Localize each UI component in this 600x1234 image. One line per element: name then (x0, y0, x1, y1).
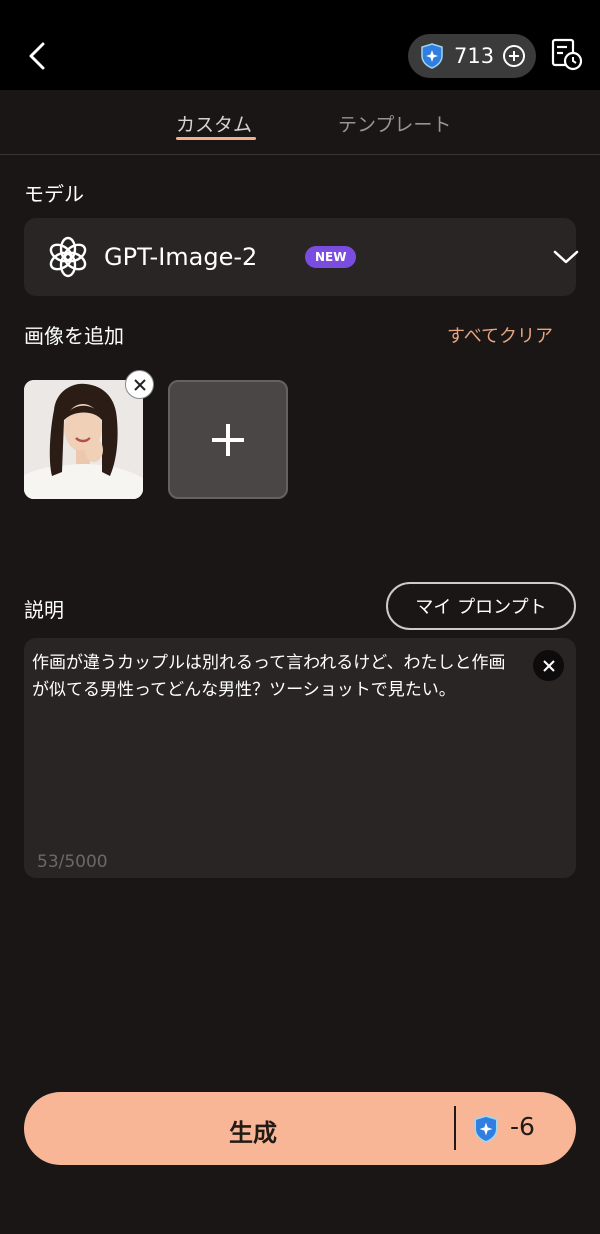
credit-count: 713 (454, 44, 495, 68)
model-section-label: モデル (24, 182, 84, 206)
clear-text-button[interactable] (533, 650, 564, 681)
top-bar: 713 (0, 0, 600, 90)
openai-logo-icon (49, 236, 87, 278)
model-select[interactable]: GPT-Image-2 NEW (24, 218, 579, 296)
tab-custom[interactable]: カスタム (176, 110, 252, 137)
close-icon (133, 378, 146, 391)
shield-sparkle-icon (421, 43, 443, 69)
description-textarea[interactable]: 作画が違うカップルは別れるって言われるけど、わたしと作画が似てる男性ってどんな男… (24, 638, 576, 878)
add-image-section-label: 画像を追加 (24, 324, 124, 348)
generate-divider (454, 1106, 456, 1150)
new-badge: NEW (305, 246, 357, 268)
add-credits-button[interactable] (502, 44, 526, 68)
add-image-button[interactable] (168, 380, 288, 499)
portrait-photo (24, 380, 143, 499)
character-count: 53/5000 (37, 852, 108, 872)
my-prompt-button[interactable]: マイ プロンプト (386, 582, 576, 630)
model-name: GPT-Image-2 (104, 243, 258, 271)
mode-tabs: カスタム テンプレート (0, 90, 600, 155)
description-text[interactable]: 作画が違うカップルは別れるって言われるけど、わたしと作画が似てる男性ってどんな男… (32, 650, 522, 704)
generate-cost: -6 (510, 1112, 535, 1141)
history-button[interactable] (550, 38, 584, 72)
plus-circle-icon (503, 45, 526, 67)
description-section-label: 説明 (24, 598, 64, 622)
plus-icon (212, 423, 244, 456)
chevron-left-icon (29, 42, 45, 70)
remove-image-button[interactable] (125, 370, 154, 399)
document-clock-icon (551, 38, 583, 71)
back-button[interactable] (22, 36, 52, 76)
chevron-down-icon (553, 250, 579, 264)
clear-all-link[interactable]: すべてクリア (447, 322, 553, 348)
uploaded-image-thumbnail[interactable] (24, 380, 143, 499)
shield-sparkle-icon (474, 1115, 498, 1143)
tab-template[interactable]: テンプレート (338, 110, 451, 137)
credit-balance[interactable]: 713 (408, 34, 536, 78)
generate-button[interactable]: 生成 -6 (24, 1092, 576, 1165)
active-tab-indicator (176, 137, 256, 140)
close-icon (542, 659, 555, 672)
generate-label: 生成 (229, 1119, 277, 1147)
